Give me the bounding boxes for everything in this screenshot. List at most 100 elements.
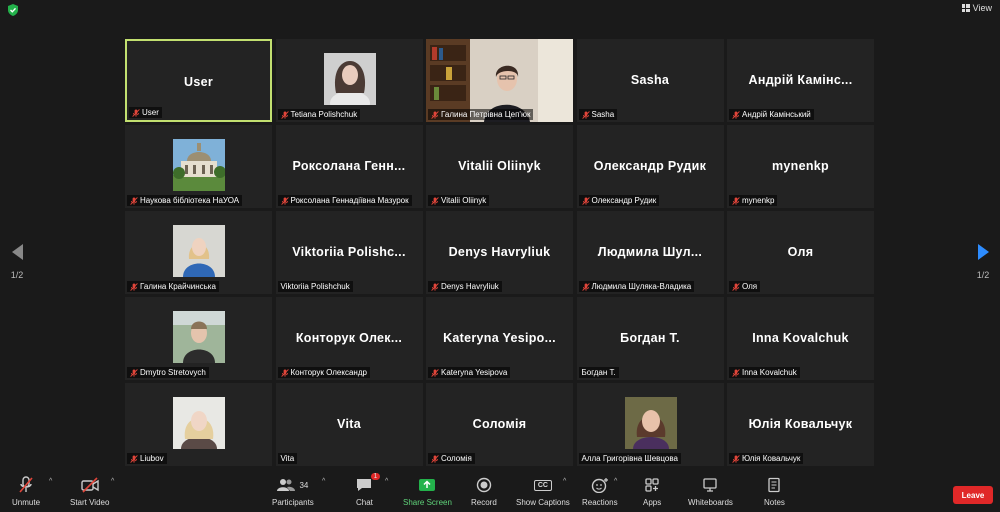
reactions-button[interactable]: Reactions (582, 476, 618, 507)
camera-off-icon (80, 476, 100, 494)
microphone-muted-icon (132, 108, 140, 117)
participant-name-label: Liubov (127, 453, 167, 464)
participant-tile[interactable]: Viktoriia Polishc... Viktoriia Polishchuk (275, 211, 423, 294)
start-video-label: Start Video (70, 498, 110, 507)
participant-tile[interactable]: Галина Крайчинська (125, 211, 272, 294)
arrow-right-icon (977, 244, 989, 260)
unmute-button[interactable]: Unmute (12, 476, 40, 507)
record-button[interactable]: Record (471, 476, 497, 507)
unmute-label: Unmute (12, 498, 41, 507)
participant-tile[interactable]: Tetiana Polishchuk (275, 39, 423, 122)
participant-name-text: Оля (742, 282, 758, 291)
video-options-caret[interactable]: ^ (111, 478, 114, 485)
participant-name-label: Tetiana Polishchuk (277, 109, 361, 120)
encryption-shield-icon[interactable] (6, 3, 20, 17)
participant-name-text: Tetiana Polishchuk (290, 110, 358, 119)
participant-tile[interactable]: Наукова бібліотека НаУОА (125, 125, 272, 208)
microphone-muted-icon (130, 454, 138, 463)
microphone-muted-icon (280, 196, 289, 205)
participant-display-name: mynenkp (772, 159, 829, 173)
microphone-muted-icon (581, 282, 590, 291)
participant-tile[interactable]: Соломія Соломія (426, 383, 573, 466)
participant-profile-photo (173, 139, 226, 191)
participant-name-label: Галина Крайчинська (127, 281, 219, 292)
chat-options-caret[interactable]: ^ (385, 478, 388, 485)
notes-button[interactable]: Notes (764, 476, 785, 507)
share-screen-button[interactable]: Share Screen (403, 476, 452, 507)
participant-tile[interactable]: Богдан Т. Богдан Т. (576, 297, 724, 380)
whiteboards-button[interactable]: Whiteboards (688, 476, 733, 507)
next-page-button[interactable]: 1/2 (973, 244, 993, 280)
participant-profile-photo (173, 397, 225, 449)
participant-profile-photo (173, 311, 225, 363)
apps-button[interactable]: Apps (643, 476, 661, 507)
participant-name-label: Андрій Камінський (729, 109, 814, 120)
participant-display-name: Роксолана Генн... (292, 159, 406, 173)
reactions-options-caret[interactable]: ^ (614, 478, 617, 485)
participant-tile[interactable]: Liubov (125, 383, 272, 466)
participant-tile[interactable]: Олександр Рудик Олександр Рудик (576, 125, 724, 208)
arrow-left-icon (11, 244, 23, 260)
participant-tile[interactable]: User User (125, 39, 272, 122)
participant-tile[interactable]: Алла Григорівна Шевцова (576, 383, 724, 466)
microphone-muted-icon (130, 196, 138, 205)
participant-tile[interactable]: Людмила Шул... Людмила Шуляка-Владика (576, 211, 724, 294)
participant-display-name: Соломія (472, 417, 527, 431)
participant-display-name: Denys Havryliuk (448, 245, 551, 259)
participant-tile[interactable]: Vita Vita (275, 383, 423, 466)
participant-name-label: Vita (277, 453, 298, 464)
participant-name-text: Viktoriia Polishchuk (280, 282, 350, 291)
participant-name-label: mynenkp (729, 195, 778, 206)
whiteboard-icon (702, 476, 718, 494)
participant-tile[interactable]: Андрій Камінс... Андрій Камінський (727, 39, 874, 122)
participant-tile[interactable]: Юлія Ковальчук Юлія Ковальчук (727, 383, 874, 466)
chat-unread-badge: 1 (370, 473, 381, 480)
participant-display-name: Богдан Т. (620, 331, 680, 345)
microphone-muted-icon (431, 282, 439, 291)
record-icon (476, 476, 492, 494)
microphone-muted-icon (130, 282, 138, 291)
participant-name-text: mynenkp (742, 196, 775, 205)
view-button[interactable]: View (961, 3, 992, 13)
participant-name-label: Галина Петрівна Цеп'юк (428, 109, 534, 120)
participant-tile[interactable]: Роксолана Генн... Роксолана Геннадіївна М… (275, 125, 423, 208)
participant-name-text: Соломія (441, 454, 472, 463)
participants-icon: 34 (277, 476, 308, 494)
share-screen-label: Share Screen (403, 498, 452, 507)
smiley-plus-icon (591, 476, 609, 494)
previous-page-button[interactable]: 1/2 (7, 244, 27, 280)
participant-name-text: Vita (280, 454, 295, 463)
participant-tile[interactable]: Dmytro Stretovych (125, 297, 272, 380)
share-screen-icon (418, 476, 436, 494)
participant-name-text: Конторук Олександр (290, 368, 367, 377)
show-captions-label: Show Captions (516, 498, 570, 507)
participant-tile[interactable]: Denys Havryliuk Denys Havryliuk (426, 211, 573, 294)
captions-options-caret[interactable]: ^ (563, 478, 566, 485)
participants-button[interactable]: 34 Participants (272, 476, 314, 507)
apps-icon (644, 476, 660, 494)
participant-tile[interactable]: mynenkp mynenkp (727, 125, 874, 208)
participants-options-caret[interactable]: ^ (322, 478, 325, 485)
participant-tile[interactable]: Vitalii Oliinyk Vitalii Oliinyk (426, 125, 573, 208)
microphone-muted-icon (280, 110, 289, 119)
participant-tile[interactable]: Inna Kovalchuk Inna Kovalchuk (727, 297, 874, 380)
captions-icon: CC (533, 476, 552, 494)
participant-name-text: Олександр Рудик (591, 196, 657, 205)
participant-tile[interactable]: Sasha Sasha (576, 39, 724, 122)
participants-label: Participants (272, 498, 314, 507)
audio-options-caret[interactable]: ^ (49, 478, 52, 485)
participant-tile[interactable]: Оля Оля (727, 211, 874, 294)
participant-display-name: User (184, 75, 213, 89)
participant-name-label: Kateryna Yesipova (428, 367, 511, 378)
participant-tile[interactable]: Конторук Олек... Конторук Олександр (275, 297, 423, 380)
participant-tile[interactable]: Галина Петрівна Цеп'юк (426, 39, 573, 122)
notes-icon (767, 476, 781, 494)
page-indicator-left: 1/2 (10, 270, 24, 280)
show-captions-button[interactable]: CC Show Captions (516, 476, 570, 507)
start-video-button[interactable]: Start Video (70, 476, 109, 507)
leave-button[interactable]: Leave (953, 486, 993, 504)
chat-button[interactable]: 1 Chat (356, 473, 381, 507)
participant-tile[interactable]: Kateryna Yesipo... Kateryna Yesipova (426, 297, 573, 380)
participant-name-text: Наукова бібліотека НаУОА (140, 196, 240, 205)
participant-name-label: Denys Havryliuk (428, 281, 502, 292)
